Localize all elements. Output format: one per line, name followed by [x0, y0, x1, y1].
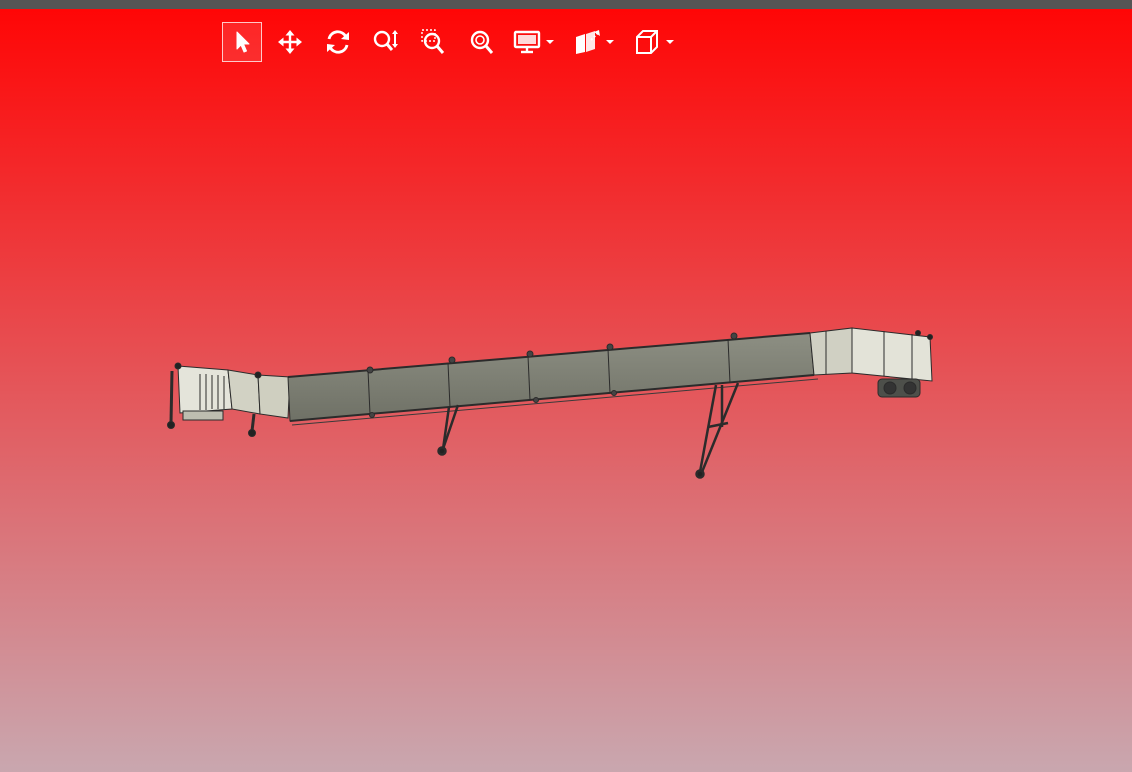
drive-motor	[877, 378, 921, 398]
explode-caret[interactable]	[604, 22, 616, 62]
viewer-toolbar	[222, 22, 690, 62]
views-caret[interactable]	[664, 22, 676, 62]
zoom-fit-tool-button[interactable]	[462, 22, 502, 62]
caret-down-icon	[606, 40, 614, 44]
explode-button[interactable]	[570, 22, 604, 62]
monitor-icon	[513, 30, 541, 54]
views-dropdown[interactable]	[630, 22, 676, 62]
pan-tool-button[interactable]	[270, 22, 310, 62]
caret-down-icon	[546, 40, 554, 44]
caret-down-icon	[666, 40, 674, 44]
display-mode-dropdown[interactable]	[510, 22, 556, 62]
3d-viewport[interactable]	[0, 9, 1132, 772]
zoom-window-icon	[421, 29, 445, 54]
cube-icon	[636, 30, 658, 54]
arrow-cursor-icon	[236, 31, 250, 53]
views-button[interactable]	[630, 22, 664, 62]
display-mode-button[interactable]	[510, 22, 544, 62]
zoom-updown-icon	[373, 30, 398, 51]
select-tool-button[interactable]	[222, 22, 262, 62]
top-border-strip	[0, 0, 1132, 9]
rotate-icon	[327, 30, 349, 54]
move-arrows-icon	[278, 30, 302, 54]
zoom-tool-button[interactable]	[366, 22, 406, 62]
explode-icon	[576, 30, 600, 54]
explode-dropdown[interactable]	[570, 22, 616, 62]
viewport-canvas[interactable]	[0, 9, 1132, 772]
zoom-fit-icon	[470, 30, 494, 54]
display-mode-caret[interactable]	[544, 22, 556, 62]
rotate-tool-button[interactable]	[318, 22, 358, 62]
viewer-window	[0, 0, 1132, 772]
zoom-window-tool-button[interactable]	[414, 22, 454, 62]
